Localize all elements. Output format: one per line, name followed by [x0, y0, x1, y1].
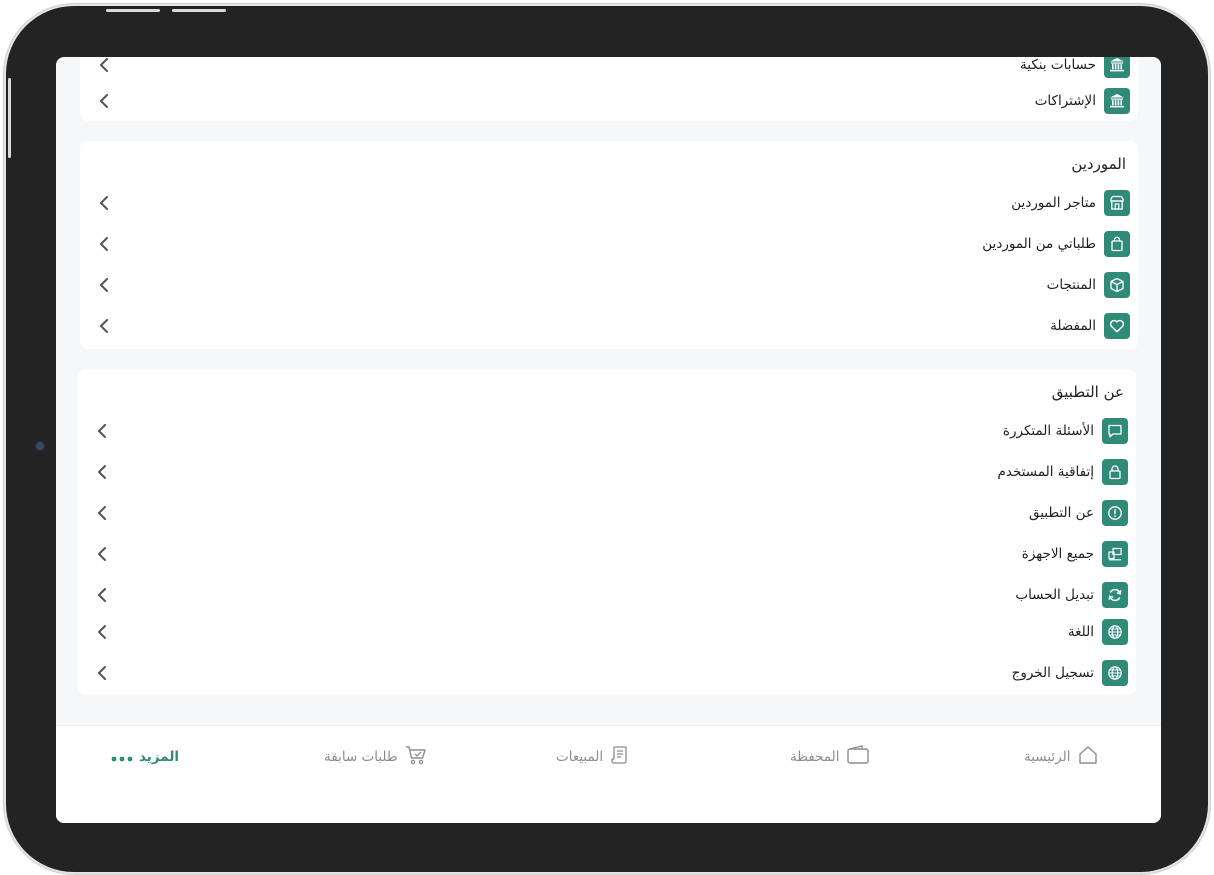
tab-label: المحفظة: [790, 749, 840, 765]
accounts-card: حسابات بنكية الإشتراكات: [80, 57, 1138, 121]
menu-item-supplier-stores[interactable]: متاجر الموردين: [80, 189, 1138, 217]
menu-item-products[interactable]: المنتجات: [80, 271, 1138, 299]
chevron-left-icon: [90, 620, 114, 644]
menu-item-my-supplier-orders[interactable]: طلباتي من الموردين: [80, 230, 1138, 258]
lock-icon: [1102, 459, 1128, 485]
menu-item-label: إتفاقية المستخدم: [997, 464, 1094, 480]
menu-item-favorites[interactable]: المفضلة: [80, 312, 1138, 340]
home-icon: [1077, 744, 1099, 770]
tab-label: الرئيسية: [1024, 749, 1071, 765]
chevron-left-icon: [92, 232, 116, 256]
tab-label: المبيعات: [556, 749, 604, 765]
chevron-left-icon: [92, 191, 116, 215]
menu-item-about-app[interactable]: عن التطبيق: [78, 499, 1136, 527]
chevron-left-icon: [90, 542, 114, 566]
tab-more[interactable]: المزيد: [111, 744, 179, 770]
menu-item-user-agreement[interactable]: إتفاقية المستخدم: [78, 458, 1136, 486]
hardware-button: [8, 78, 11, 158]
hardware-button: [106, 9, 160, 12]
menu-item-language[interactable]: اللغة: [78, 618, 1136, 646]
chevron-left-icon: [90, 501, 114, 525]
globe-icon: [1102, 660, 1128, 686]
wallet-icon: [846, 744, 870, 770]
tab-label: المزيد: [139, 749, 180, 765]
chat-icon: [1102, 418, 1128, 444]
hardware-button: [172, 9, 226, 12]
chevron-left-icon: [92, 273, 116, 297]
menu-item-subscriptions[interactable]: الإشتراكات: [80, 87, 1138, 115]
receipt-icon: [609, 744, 631, 770]
menu-item-switch-account[interactable]: تبديل الحساب: [78, 581, 1136, 609]
chevron-left-icon: [92, 314, 116, 338]
chevron-left-icon: [92, 89, 116, 113]
bank-icon: [1104, 88, 1130, 114]
menu-item-logout[interactable]: تسجيل الخروج: [78, 659, 1136, 687]
heart-icon: [1104, 313, 1130, 339]
tab-label: طلبات سابقة: [324, 749, 398, 765]
chevron-left-icon: [90, 583, 114, 607]
menu-item-label: جميع الاجهزة: [1021, 546, 1094, 562]
tab-home[interactable]: الرئيسية: [1024, 744, 1099, 770]
menu-item-label: الإشتراكات: [1034, 93, 1096, 109]
devices-icon: [1102, 541, 1128, 567]
bag-icon: [1104, 231, 1130, 257]
suppliers-card: الموردين متاجر الموردين طلباتي من المورد…: [80, 141, 1138, 349]
front-camera: [35, 441, 45, 451]
bank-icon: [1104, 57, 1130, 78]
menu-item-label: الأسئلة المتكررة: [1002, 423, 1094, 439]
more-dots-icon: [111, 748, 133, 767]
box-icon: [1104, 272, 1130, 298]
menu-item-bank-accounts[interactable]: حسابات بنكية: [80, 57, 1138, 79]
globe-icon: [1102, 619, 1128, 645]
menu-item-label: حسابات بنكية: [1020, 57, 1096, 73]
chevron-left-icon: [92, 57, 116, 77]
menu-item-all-devices[interactable]: جميع الاجهزة: [78, 540, 1136, 568]
menu-item-label: اللغة: [1067, 624, 1094, 640]
tab-previous-orders[interactable]: طلبات سابقة: [324, 744, 428, 770]
tab-sales[interactable]: المبيعات: [556, 744, 631, 770]
chevron-left-icon: [90, 661, 114, 685]
menu-item-label: تبديل الحساب: [1015, 587, 1094, 603]
app-screen: حسابات بنكية الإشتراكات الموردين متاجر ا…: [56, 57, 1161, 823]
store-icon: [1104, 190, 1130, 216]
menu-item-label: متاجر الموردين: [1011, 195, 1096, 211]
refresh-icon: [1102, 582, 1128, 608]
tab-wallet[interactable]: المحفظة: [790, 744, 870, 770]
menu-item-label: عن التطبيق: [1028, 505, 1094, 521]
section-title: الموردين: [1071, 155, 1126, 173]
menu-item-label: المفضلة: [1050, 318, 1096, 334]
about-card: عن التطبيق الأسئلة المتكررة إتفاقية المس…: [78, 369, 1136, 695]
bottom-tab-bar: الرئيسية المحفظة المبيعات طلبات سابقة ال…: [56, 725, 1161, 823]
chevron-left-icon: [90, 460, 114, 484]
menu-item-label: المنتجات: [1046, 277, 1096, 293]
chevron-left-icon: [90, 419, 114, 443]
info-icon: [1102, 500, 1128, 526]
menu-item-label: طلباتي من الموردين: [982, 236, 1096, 252]
menu-item-label: تسجيل الخروج: [1011, 665, 1094, 681]
section-title: عن التطبيق: [1051, 383, 1124, 401]
cart-icon: [404, 744, 428, 770]
menu-item-faq[interactable]: الأسئلة المتكررة: [78, 417, 1136, 445]
